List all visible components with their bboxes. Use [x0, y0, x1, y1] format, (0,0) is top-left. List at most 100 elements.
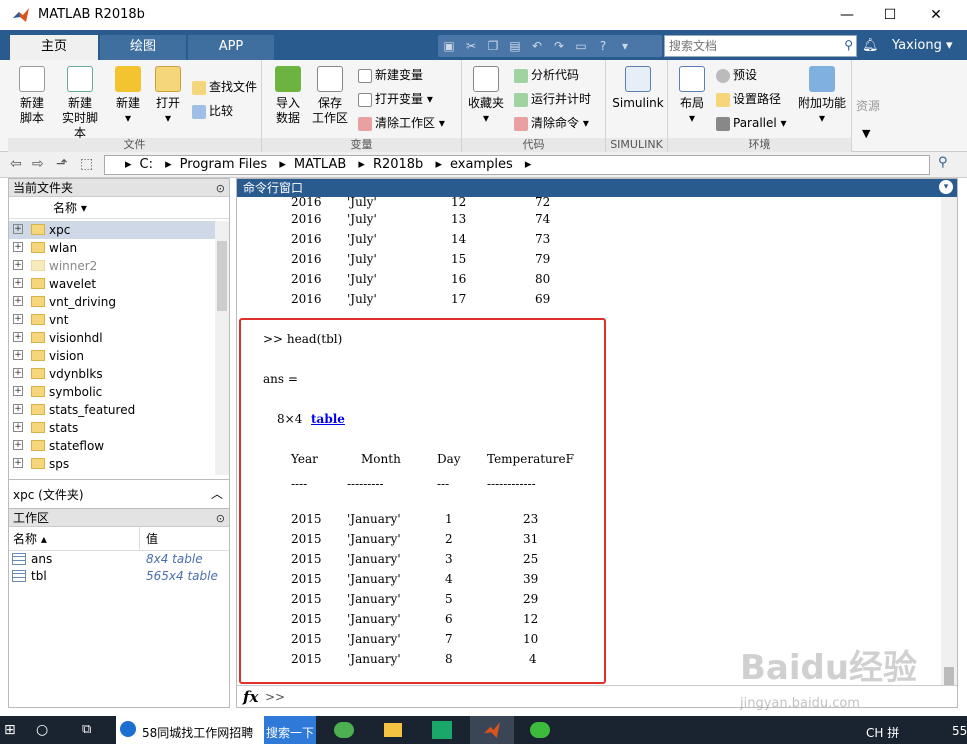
- list-item[interactable]: + winner2: [9, 257, 215, 275]
- doc-search-input[interactable]: [665, 36, 835, 56]
- analyze-code-button[interactable]: 分析代码: [514, 67, 579, 83]
- minimize-button[interactable]: —: [825, 4, 869, 26]
- parallel-button[interactable]: Parallel ▾: [716, 115, 787, 131]
- expand-icon[interactable]: +: [13, 296, 23, 306]
- function-browser-icon[interactable]: fx: [243, 688, 258, 706]
- help-icon[interactable]: ?: [593, 37, 613, 55]
- search-icon[interactable]: ⚲: [844, 38, 853, 52]
- new-script-button[interactable]: 新建 脚本: [12, 66, 52, 126]
- run-and-time-button[interactable]: 运行并计时: [514, 91, 591, 107]
- ime-indicator[interactable]: CH 拼: [866, 724, 899, 741]
- save-workspace-button[interactable]: 保存 工作区: [310, 66, 350, 126]
- resources-button[interactable]: 资源: [856, 98, 880, 114]
- scrollbar-thumb[interactable]: [944, 667, 954, 685]
- list-item[interactable]: + vnt: [9, 311, 215, 329]
- name-column-header[interactable]: 名称 ▾: [9, 197, 229, 219]
- tab-apps[interactable]: APP: [188, 35, 274, 60]
- new-variable-button[interactable]: 新建变量: [358, 67, 423, 83]
- list-item[interactable]: + wavelet: [9, 275, 215, 293]
- path-segment[interactable]: C:: [140, 157, 153, 172]
- list-item[interactable]: + xpc: [9, 221, 215, 239]
- expand-icon[interactable]: +: [13, 386, 23, 396]
- maximize-button[interactable]: ☐: [868, 4, 912, 26]
- taskbar-browser-app[interactable]: 58同城找工作网招聘: [116, 716, 264, 744]
- compare-button[interactable]: 比较: [192, 103, 233, 119]
- new-live-script-button[interactable]: 新建 实时脚本: [58, 66, 102, 141]
- path-segment[interactable]: R2018b: [373, 157, 423, 172]
- path-segment[interactable]: examples: [450, 157, 513, 172]
- collapse-up-icon[interactable]: ︿: [211, 485, 223, 502]
- expand-icon[interactable]: +: [13, 350, 23, 360]
- add-ons-button[interactable]: 附加功能 ▾: [796, 66, 848, 126]
- user-account-menu[interactable]: Yaxiong ▾: [892, 38, 953, 53]
- windows-start-icon[interactable]: ⊞: [4, 716, 28, 744]
- expand-icon[interactable]: +: [13, 314, 23, 324]
- taskbar-search-button[interactable]: 搜索一下: [264, 716, 316, 744]
- clear-commands-button[interactable]: 清除命令 ▾: [514, 115, 589, 131]
- set-path-button[interactable]: 设置路径: [716, 91, 781, 107]
- panel-menu-icon[interactable]: ▾: [939, 180, 953, 194]
- list-item[interactable]: + stats: [9, 419, 215, 437]
- tab-plots[interactable]: 绘图: [100, 35, 186, 60]
- favorites-button[interactable]: 收藏夹 ▾: [466, 66, 506, 126]
- redo-icon[interactable]: ↷: [549, 37, 569, 55]
- open-button[interactable]: 打开 ▾: [148, 66, 188, 126]
- expand-icon[interactable]: +: [13, 242, 23, 252]
- layout-button[interactable]: 布局 ▾: [672, 66, 712, 126]
- workspace-value-column[interactable]: 值: [146, 527, 158, 551]
- forward-arrow-icon[interactable]: ⇨: [32, 156, 44, 172]
- app-green-icon[interactable]: [334, 722, 354, 738]
- resources-expand-icon[interactable]: ▼: [862, 126, 870, 142]
- expand-icon[interactable]: +: [13, 404, 23, 414]
- panel-menu-icon[interactable]: ⊙: [216, 180, 225, 198]
- back-arrow-icon[interactable]: ⇦: [10, 156, 22, 172]
- list-item[interactable]: + wlan: [9, 239, 215, 257]
- browse-folder-icon[interactable]: ⬚: [80, 156, 93, 172]
- task-view-icon[interactable]: ⧉: [82, 716, 102, 744]
- expand-icon[interactable]: +: [13, 422, 23, 432]
- expand-icon[interactable]: +: [13, 332, 23, 342]
- list-item[interactable]: + vision: [9, 347, 215, 365]
- find-files-button[interactable]: 查找文件: [192, 79, 257, 95]
- open-variable-button[interactable]: 打开变量 ▾: [358, 91, 433, 107]
- cortana-search-icon[interactable]: ○: [36, 716, 56, 744]
- list-item[interactable]: + stats_featured: [9, 401, 215, 419]
- list-item[interactable]: + symbolic: [9, 383, 215, 401]
- close-button[interactable]: ✕: [914, 4, 958, 26]
- clear-workspace-button[interactable]: 清除工作区 ▾: [358, 115, 445, 131]
- taskbar-matlab-app[interactable]: [470, 716, 514, 744]
- cut-icon[interactable]: ✂: [461, 37, 481, 55]
- panel-menu-icon[interactable]: ⊙: [216, 510, 225, 528]
- expand-icon[interactable]: +: [13, 440, 23, 450]
- expand-icon[interactable]: +: [13, 458, 23, 468]
- preferences-button[interactable]: 预设: [716, 67, 757, 83]
- wechat-icon[interactable]: [530, 722, 550, 738]
- path-segment[interactable]: Program Files: [180, 157, 268, 172]
- list-item[interactable]: + sps: [9, 455, 215, 473]
- list-item[interactable]: + vnt_driving: [9, 293, 215, 311]
- customize-icon[interactable]: ▾: [615, 37, 635, 55]
- expand-icon[interactable]: +: [13, 224, 23, 234]
- expand-icon[interactable]: +: [13, 260, 23, 270]
- import-data-button[interactable]: 导入 数据: [268, 66, 308, 126]
- expand-icon[interactable]: +: [13, 368, 23, 378]
- up-folder-icon[interactable]: ⬏: [56, 156, 68, 172]
- path-segment[interactable]: MATLAB: [294, 157, 346, 172]
- workspace-row[interactable]: ans 8x4 table: [9, 551, 229, 568]
- list-item[interactable]: + vdynblks: [9, 365, 215, 383]
- undo-icon[interactable]: ↶: [527, 37, 547, 55]
- workspace-name-column[interactable]: 名称 ▴: [13, 527, 47, 551]
- list-item[interactable]: + stateflow: [9, 437, 215, 455]
- copy-icon[interactable]: ❐: [483, 37, 503, 55]
- command-scrollbar[interactable]: [941, 197, 957, 687]
- simulink-button[interactable]: Simulink: [610, 66, 666, 111]
- list-item[interactable]: + visionhdl: [9, 329, 215, 347]
- paste-icon[interactable]: ▤: [505, 37, 525, 55]
- folder-scrollbar[interactable]: [215, 221, 229, 475]
- workspace-row[interactable]: tbl 565x4 table: [9, 568, 229, 585]
- tab-home[interactable]: 主页: [10, 35, 98, 60]
- current-path-field[interactable]: ▸ C: ▸ Program Files ▸ MATLAB ▸ R2018b ▸ exam…: [104, 155, 930, 175]
- save-icon[interactable]: ▣: [439, 37, 459, 55]
- file-explorer-icon[interactable]: [384, 723, 402, 737]
- notification-bell-icon[interactable]: 🔔︎: [862, 38, 879, 53]
